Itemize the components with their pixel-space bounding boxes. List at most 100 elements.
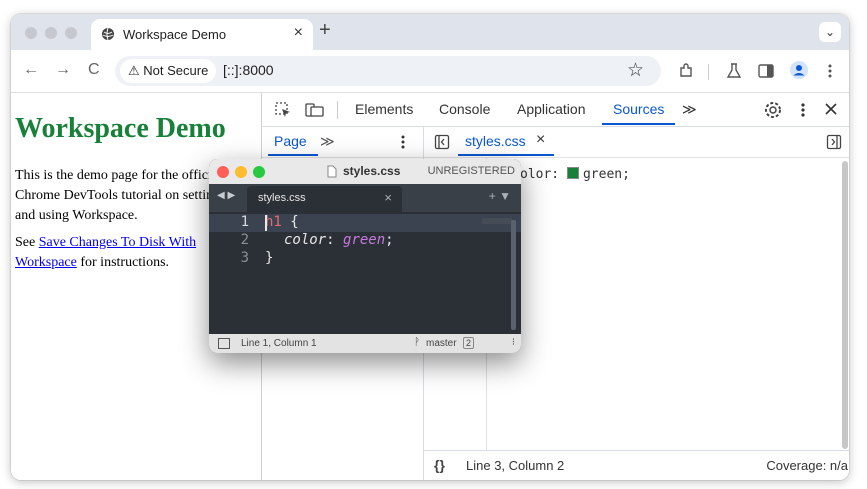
open-brace: { (281, 214, 299, 230)
navigator-tab-indicator (268, 154, 318, 156)
navigator-menu-icon[interactable] (400, 134, 406, 150)
current-line-highlight (209, 214, 521, 232)
editor-header: styles.css × (424, 127, 849, 158)
external-editor-position: Line 1, Column 1 (241, 338, 317, 349)
unregistered-label: UNREGISTERED (427, 165, 515, 177)
settings-gear-icon[interactable] (763, 100, 783, 120)
editor-tab-indicator (458, 154, 554, 156)
minimap[interactable] (482, 218, 512, 224)
address-bar[interactable]: ⚠ Not Secure [::]:8000 ☆ (115, 56, 661, 86)
browser-toolbar: ← → C ⚠ Not Secure [::]:8000 ☆ (11, 50, 849, 93)
code-line-3: } (265, 250, 273, 266)
external-editor-tab-close[interactable]: × (384, 190, 392, 205)
inspect-element-icon[interactable] (274, 101, 292, 119)
editor-close-button[interactable] (217, 166, 229, 178)
navigator-tab-page[interactable]: Page (274, 133, 307, 149)
close-devtools-icon[interactable] (824, 102, 838, 116)
editor-file-tab-close[interactable]: × (536, 131, 545, 149)
extensions-icon[interactable] (677, 62, 695, 80)
line-number: 3 (240, 250, 249, 266)
external-editor-code-area[interactable]: 1 2 3 h1 { color: green; } (209, 212, 521, 334)
warning-icon: ⚠ (128, 63, 140, 78)
external-editor-tabbar: ◀ ▶ styles.css × + ▼ (209, 184, 521, 212)
text-cursor (265, 215, 267, 231)
editor-minimize-button[interactable] (235, 166, 247, 178)
device-toolbar-icon[interactable] (305, 101, 325, 119)
url-text: [::]:8000 (223, 62, 274, 78)
cursor-position: Line 3, Column 2 (466, 458, 565, 473)
branch-name[interactable]: master (426, 338, 457, 349)
tab-title: Workspace Demo (123, 27, 227, 42)
browser-tab[interactable]: Workspace Demo × (91, 19, 313, 50)
external-editor-titlebar: styles.css UNREGISTERED (209, 159, 521, 185)
devtools-menu-icon[interactable] (799, 101, 807, 119)
new-tab-button[interactable]: + (319, 19, 331, 42)
editor-status-bar: {} Line 3, Column 2 Coverage: n/a (424, 450, 849, 480)
css-selector: h1 (265, 214, 282, 230)
editor-zoom-button[interactable] (253, 166, 265, 178)
external-editor-window: styles.css UNREGISTERED ◀ ▶ styles.css ×… (209, 159, 521, 353)
navigator-header: Page ≫ (262, 127, 423, 158)
editor-file-tab[interactable]: styles.css (465, 133, 526, 149)
branch-icon: ᚹ (414, 337, 420, 348)
instructions-prefix: See (15, 235, 39, 250)
tab-search-button[interactable]: ⌄ (819, 22, 841, 42)
line-number: 2 (240, 232, 249, 248)
tab-strip: Workspace Demo × + ⌄ (11, 14, 849, 50)
security-chip[interactable]: ⚠ Not Secure (120, 59, 217, 83)
tab-application[interactable]: Application (517, 101, 586, 117)
coverage-status[interactable]: Coverage: n/a (766, 458, 848, 473)
code-value: green; (582, 167, 630, 182)
external-editor-tab-label: styles.css (258, 192, 306, 204)
code-line: olor: green; (520, 167, 630, 182)
active-tab-indicator (602, 123, 675, 125)
new-tab-dropdown-icon[interactable]: + ▼ (489, 189, 511, 203)
css-property: color (284, 232, 327, 248)
css-value: green (343, 232, 386, 248)
forward-button[interactable]: → (55, 61, 71, 79)
navigator-more-button[interactable]: ≫ (320, 133, 335, 150)
close-brace: } (265, 250, 274, 266)
css-semicolon: ; (385, 232, 394, 248)
maximize-window-button[interactable] (65, 27, 77, 39)
external-editor-title: styles.css (343, 164, 401, 178)
security-label: Not Secure (143, 63, 209, 78)
tab-nav-arrows-icon[interactable]: ◀ ▶ (217, 190, 235, 201)
external-editor-status-bar: Line 1, Column 1 ᚹ master 2 ⁝ (209, 334, 521, 353)
file-icon (327, 165, 337, 178)
code-line-1: h1 { (265, 214, 299, 230)
panel-toggle-icon[interactable] (218, 338, 230, 349)
minimize-window-button[interactable] (45, 27, 57, 39)
toolbar-divider (708, 64, 709, 80)
tab-elements[interactable]: Elements (355, 101, 413, 117)
bookmark-star-icon[interactable]: ☆ (627, 59, 644, 82)
side-panel-icon[interactable] (757, 62, 775, 80)
tab-sources[interactable]: Sources (613, 101, 664, 117)
editor-scrollbar[interactable] (842, 161, 848, 449)
line-number: 1 (240, 214, 249, 230)
page-heading: Workspace Demo (15, 113, 226, 144)
devtools-tabbar: Elements Console Application Sources ≫ (262, 93, 849, 127)
tabbar-divider (337, 101, 338, 119)
toggle-navigator-icon[interactable] (434, 134, 450, 150)
instructions-suffix: for instructions. (76, 255, 170, 270)
browser-menu-icon[interactable] (825, 62, 835, 80)
profile-avatar-icon[interactable] (789, 60, 809, 80)
globe-icon (102, 27, 114, 41)
code-property-fragment: olor: (520, 167, 567, 182)
external-editor-tab[interactable]: styles.css × (247, 186, 402, 212)
back-button[interactable]: ← (23, 61, 39, 79)
more-tabs-button[interactable]: ≫ (682, 101, 697, 118)
labs-flask-icon[interactable] (725, 62, 743, 80)
tab-close-button[interactable]: × (294, 24, 303, 42)
reload-button[interactable]: C (88, 61, 100, 79)
status-more-icon[interactable]: ⁝ (512, 337, 515, 348)
color-swatch[interactable] (566, 167, 579, 179)
toggle-debugger-icon[interactable] (826, 134, 842, 150)
pretty-print-icon[interactable]: {} (434, 457, 445, 473)
code-line-2: color: green; (284, 232, 394, 248)
tab-console[interactable]: Console (439, 101, 490, 117)
external-editor-scrollbar[interactable] (511, 220, 516, 330)
branch-count-badge: 2 (463, 337, 475, 349)
close-window-button[interactable] (25, 27, 37, 39)
